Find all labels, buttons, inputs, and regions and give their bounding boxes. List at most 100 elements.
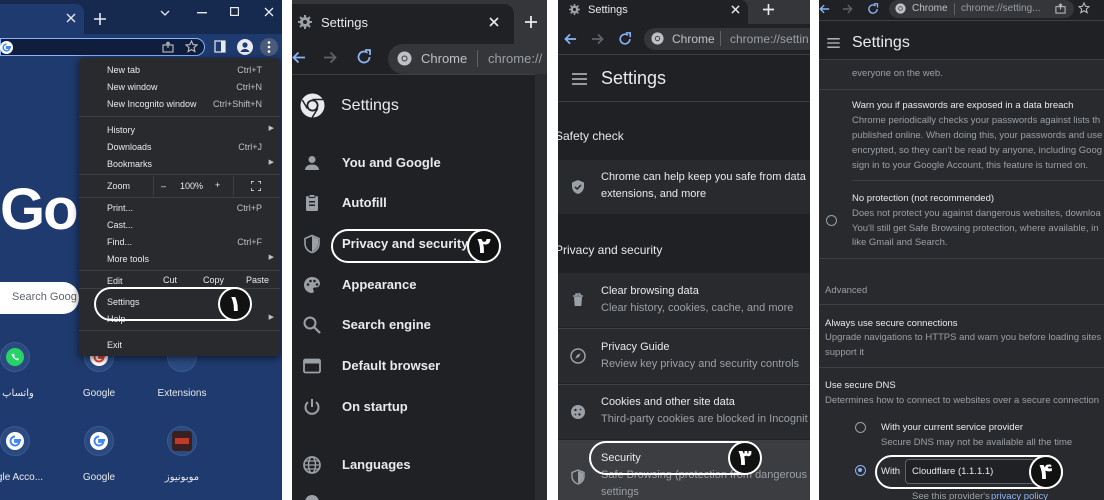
hamburger-menu-icon[interactable] xyxy=(827,38,840,48)
address-site-name: Chrome xyxy=(421,51,468,66)
menu-item-find[interactable]: Find... xyxy=(107,237,132,247)
forward-arrow-icon[interactable] xyxy=(591,33,604,45)
bookmark-star-icon[interactable] xyxy=(185,40,198,53)
settings-sidebar-screenshot: Settings Chrome chrome:// Settings You a… xyxy=(292,0,547,500)
menu-item-exit[interactable]: Exit xyxy=(107,340,122,350)
back-arrow-icon[interactable] xyxy=(292,51,306,64)
close-tab-icon[interactable] xyxy=(66,13,76,23)
scrollbar-track[interactable] xyxy=(535,74,547,500)
shortcut-label: Google xyxy=(82,388,116,399)
search-placeholder: Search Goog xyxy=(12,291,77,303)
reload-icon[interactable] xyxy=(618,32,632,46)
header-divider xyxy=(558,101,810,102)
tab-title: Settings xyxy=(321,15,368,30)
nav-on-startup[interactable]: On startup xyxy=(292,387,547,427)
menu-divider xyxy=(79,197,280,198)
address-url: chrome:// xyxy=(488,51,543,66)
fullscreen-icon[interactable] xyxy=(251,181,261,191)
nav-autofill[interactable]: Autofill xyxy=(292,183,547,223)
edit-copy-button[interactable]: Copy xyxy=(203,275,224,285)
edit-cut-button[interactable]: Cut xyxy=(163,275,177,285)
nav-default-browser[interactable]: Default browser xyxy=(292,346,547,386)
forward-arrow-icon[interactable] xyxy=(323,51,337,64)
edit-paste-button[interactable]: Paste xyxy=(246,275,269,285)
reload-icon[interactable] xyxy=(356,49,372,65)
compass-icon xyxy=(570,348,586,364)
side-panel-icon[interactable] xyxy=(214,40,226,53)
hamburger-menu-icon[interactable] xyxy=(572,73,587,85)
forward-arrow-icon[interactable] xyxy=(842,4,853,14)
menu-item-new-incognito[interactable]: New Incognito window xyxy=(107,99,197,109)
search-box[interactable]: Search Goog xyxy=(0,282,79,314)
toolbar-divider xyxy=(558,54,810,55)
chrome-logo-icon xyxy=(651,32,664,45)
menu-item-cast[interactable]: Cast... xyxy=(107,220,133,230)
minimize-icon[interactable] xyxy=(197,12,207,14)
nav-appearance[interactable]: Appearance xyxy=(292,265,547,305)
address-url: chrome://settin xyxy=(730,32,809,46)
nav-languages[interactable]: Languages xyxy=(292,445,547,485)
menu-item-new-window[interactable]: New window xyxy=(107,82,158,92)
address-site-name: Chrome xyxy=(912,3,948,14)
active-tab[interactable] xyxy=(558,0,748,24)
nav-label: Default browser xyxy=(342,358,441,373)
zoom-out-button[interactable]: – xyxy=(161,181,166,191)
address-bar[interactable] xyxy=(0,38,205,56)
reload-icon[interactable] xyxy=(867,3,879,15)
privacy-security-screenshot: Settings Chrome chrome://settin Settings… xyxy=(558,0,810,500)
safety-check-card[interactable]: Chrome can help keep you safe from data … xyxy=(558,160,810,214)
menu-shortcut: Ctrl+N xyxy=(236,82,262,92)
body-text: everyone on the web. xyxy=(852,68,943,79)
new-tab-icon[interactable] xyxy=(763,4,774,15)
tab-search-chevron-icon[interactable] xyxy=(160,9,170,17)
close-tab-icon[interactable] xyxy=(489,17,499,27)
row-divider xyxy=(819,89,1104,90)
close-tab-icon[interactable] xyxy=(731,5,740,14)
shortcut-label: واتساپ xyxy=(2,388,34,399)
menu-item-bookmarks[interactable]: Bookmarks xyxy=(107,159,152,169)
option-desc: You'll still get Safe Browsing protectio… xyxy=(852,223,1099,234)
cookies-row[interactable]: Cookies and other site data Third-party … xyxy=(558,385,810,439)
more-menu-icon[interactable] xyxy=(260,38,278,56)
shortcut-label: موبونیوز xyxy=(164,472,200,483)
privacy-policy-link[interactable]: privacy policy xyxy=(991,491,1048,500)
settings-heading: Settings xyxy=(852,34,910,51)
menu-item-new-tab[interactable]: New tab xyxy=(107,65,140,75)
close-window-icon[interactable] xyxy=(264,7,274,17)
google-g-icon xyxy=(0,41,13,54)
address-divider xyxy=(720,31,721,46)
nav-you-and-google[interactable]: You and Google xyxy=(292,143,547,183)
new-tab-icon[interactable] xyxy=(94,13,106,25)
menu-item-print[interactable]: Print... xyxy=(107,203,133,213)
settings-heading: Settings xyxy=(341,97,399,114)
toolbar-divider xyxy=(292,74,547,75)
profile-avatar-icon[interactable] xyxy=(237,39,253,55)
bookmark-star-icon[interactable] xyxy=(1078,2,1090,14)
row-divider xyxy=(819,258,1104,259)
zoom-in-button[interactable]: + xyxy=(215,180,220,190)
back-arrow-icon[interactable] xyxy=(819,4,830,14)
option-title: Use secure DNS xyxy=(825,380,896,391)
row-title: Cookies and other site data xyxy=(601,396,735,408)
new-tab-icon[interactable] xyxy=(525,16,537,28)
row-divider xyxy=(852,180,1104,181)
menu-item-downloads[interactable]: Downloads xyxy=(107,142,152,152)
row-subtitle: Third-party cookies are blocked in Incog… xyxy=(601,413,808,425)
share-icon[interactable] xyxy=(1055,3,1066,14)
shield-icon xyxy=(302,234,322,254)
current-provider-radio[interactable] xyxy=(855,422,866,433)
custom-provider-radio[interactable] xyxy=(855,465,866,476)
back-arrow-icon[interactable] xyxy=(564,33,577,45)
clear-browsing-data-row[interactable]: Clear browsing data Clear history, cooki… xyxy=(558,273,810,327)
whatsapp-icon xyxy=(5,347,25,367)
no-protection-radio[interactable] xyxy=(826,215,837,226)
menu-item-history[interactable]: History xyxy=(107,125,135,135)
nav-search-engine[interactable]: Search engine xyxy=(292,305,547,345)
menu-item-more-tools[interactable]: More tools xyxy=(107,254,149,264)
row-subtitle: Review key privacy and security controls xyxy=(601,358,800,370)
privacy-guide-row[interactable]: Privacy Guide Review key privacy and sec… xyxy=(558,329,810,383)
share-icon[interactable] xyxy=(162,41,174,53)
menu-item-zoom: Zoom xyxy=(107,181,131,191)
maximize-icon[interactable] xyxy=(230,7,239,16)
row-subtitle: Clear history, cookies, cache, and more xyxy=(601,302,794,314)
